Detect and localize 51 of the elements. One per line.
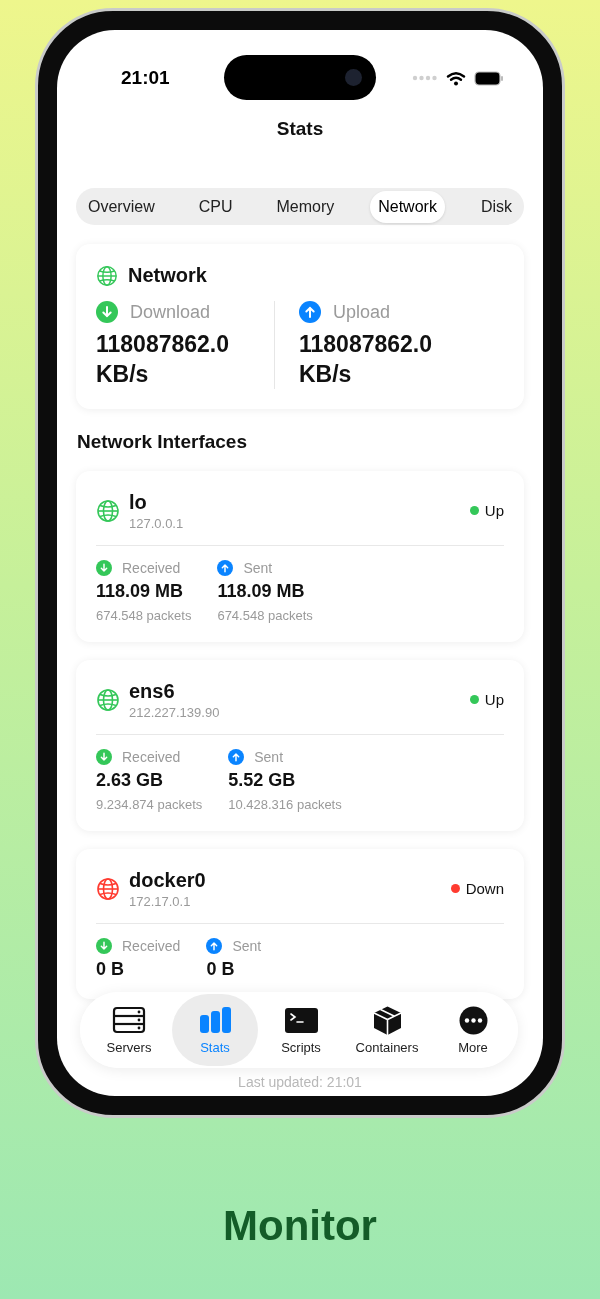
stat-value: 0 B xyxy=(206,959,236,980)
tab-bar-item[interactable]: Servers xyxy=(86,994,172,1066)
segment-tab[interactable]: CPU xyxy=(190,190,241,223)
interface-name: ens6 xyxy=(129,679,176,703)
section-heading: Network Interfaces xyxy=(77,431,248,453)
stat-value: 2.63 GB xyxy=(96,770,165,791)
signal-icon xyxy=(412,74,438,82)
tab-bar-item[interactable]: Containers xyxy=(344,994,430,1066)
stat-label: Received xyxy=(122,560,181,576)
stat-label: Received xyxy=(122,749,181,765)
packet-count: 10.428.316 packets xyxy=(228,797,342,812)
terminal-icon xyxy=(283,1005,319,1036)
status-text: Up xyxy=(484,502,504,519)
packet-count: 674.548 packets xyxy=(96,608,192,623)
stat-value: 0 B xyxy=(96,959,125,980)
stat-value: 118.09 MB xyxy=(217,581,306,602)
last-updated-text: Last updated: 21:01 xyxy=(237,1074,363,1090)
status-text: Down xyxy=(465,880,504,897)
stat-value: 118.09 MB xyxy=(96,581,185,602)
segment-tab[interactable]: Memory xyxy=(268,190,343,223)
packet-count: 9.234.874 packets xyxy=(96,797,203,812)
segment-tab[interactable]: Network xyxy=(370,190,445,223)
server-rack-icon xyxy=(111,1005,147,1036)
stat-label: Sent xyxy=(243,560,273,576)
stat-label: Received xyxy=(122,938,181,954)
caption-title: Monitor xyxy=(223,1202,377,1250)
bar-chart-icon xyxy=(197,1005,233,1036)
screen-title: Stats xyxy=(275,118,325,140)
status-time: 21:01 xyxy=(121,67,170,89)
globe-icon xyxy=(96,264,118,287)
metric-label: Upload xyxy=(333,301,391,323)
stat-value: 5.52 GB xyxy=(228,770,297,791)
segment-tab[interactable]: Disk xyxy=(472,190,520,223)
wifi-icon xyxy=(446,70,466,86)
metric-label: Download xyxy=(130,301,211,323)
interface-name: docker0 xyxy=(129,868,207,892)
tab-bar-item[interactable]: Scripts xyxy=(258,994,344,1066)
ip-address: 127.0.0.1 xyxy=(129,516,185,531)
card-title: Network xyxy=(128,264,207,287)
status-text: Up xyxy=(484,691,504,708)
stat-label: Sent xyxy=(232,938,262,954)
packet-count: 674.548 packets xyxy=(217,608,313,623)
segment-tab[interactable]: Overview xyxy=(80,190,163,223)
tab-bar-item[interactable]: More xyxy=(430,994,516,1066)
battery-icon xyxy=(474,70,504,86)
metric-value: 118087862.0 KB/s xyxy=(299,330,434,389)
metric-value: 118087862.0 KB/s xyxy=(96,330,231,389)
interface-name: lo xyxy=(129,490,148,514)
stat-label: Sent xyxy=(254,749,284,765)
ip-address: 212.227.139.90 xyxy=(129,705,221,720)
ip-address: 172.17.0.1 xyxy=(129,894,192,909)
